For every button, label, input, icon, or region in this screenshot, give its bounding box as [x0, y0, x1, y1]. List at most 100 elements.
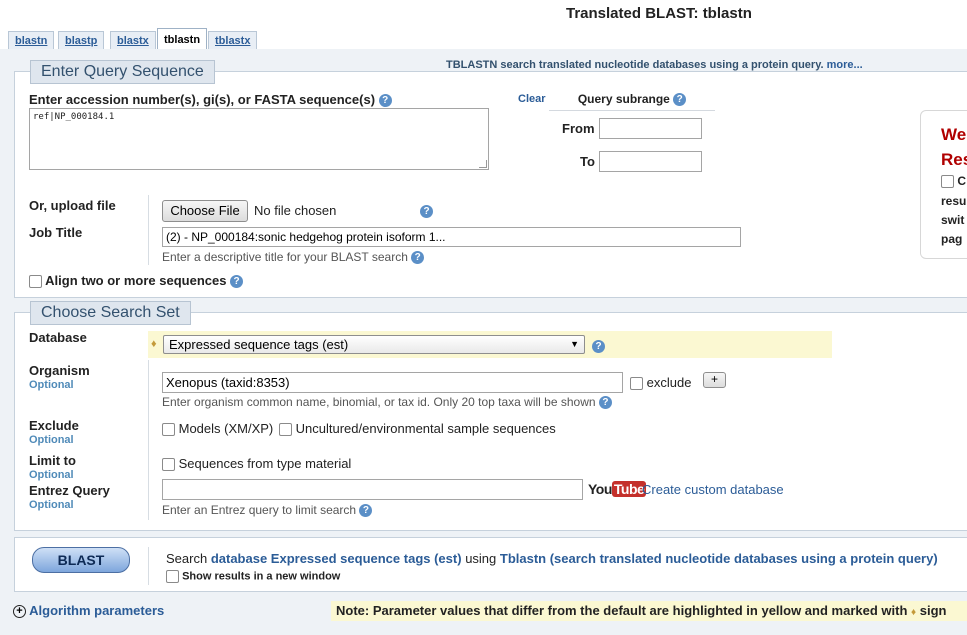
program-description: TBLASTN search translated nucleotide dat… [446, 59, 863, 71]
dropdown-arrow-icon: ▼ [570, 339, 579, 349]
organism-exclude-label: exclude [646, 375, 692, 390]
organism-input[interactable]: Xenopus (taxid:8353) [162, 372, 623, 393]
whats-new-line-5: swit [941, 213, 965, 227]
algorithm-parameters-link[interactable]: Algorithm parameters [29, 603, 164, 618]
job-title-label: Job Title [29, 225, 83, 240]
add-organism-button[interactable]: + [703, 372, 726, 388]
expand-plus-icon[interactable]: + [13, 605, 26, 619]
exclude-uncultured-label: Uncultured/environmental sample sequence… [295, 421, 556, 436]
help-icon[interactable]: ? [420, 205, 433, 218]
search-summary-using: using [465, 551, 497, 566]
organism-hint: Enter organism common name, binomial, or… [162, 395, 612, 410]
changed-marker-icon: ♦ [151, 338, 157, 350]
field-divider [148, 360, 149, 520]
help-icon[interactable]: ? [359, 504, 373, 518]
exclude-uncultured-checkbox[interactable] [279, 423, 292, 437]
from-label: From [562, 121, 595, 136]
search-summary: Search database Expressed sequence tags … [166, 551, 938, 566]
changed-marker-icon: ♦ [911, 607, 917, 618]
blast-button[interactable]: BLAST [32, 547, 130, 573]
youtube-logo-you: You [588, 481, 612, 497]
tab-blastp[interactable]: blastp [58, 31, 105, 50]
exclude-models-checkbox[interactable] [162, 423, 175, 437]
whats-new-checkbox[interactable] [941, 175, 954, 189]
database-select-value: Expressed sequence tags (est) [169, 337, 349, 352]
query-input-label-text: Enter accession number(s), gi(s), or FAS… [29, 92, 376, 107]
exclude-uncultured-row: Uncultured/environmental sample sequence… [279, 421, 556, 437]
query-textarea-value: ref|NP_000184.1 [33, 112, 115, 122]
exclude-models-row: Models (XM/XP) [162, 421, 273, 437]
organism-label: Organism [29, 363, 90, 378]
tab-tblastx[interactable]: tblastx [208, 31, 258, 50]
new-window-row: Show results in a new window [166, 570, 340, 583]
query-subrange-title: Query subrange [577, 92, 670, 106]
help-icon[interactable]: ? [378, 94, 392, 108]
new-window-label: Show results in a new window [182, 570, 341, 583]
query-input-label: Enter accession number(s), gi(s), or FAS… [29, 92, 392, 108]
choose-file-button[interactable]: Choose File [162, 200, 248, 222]
query-subrange-header: Query subrange ? [549, 88, 715, 111]
program-description-text: TBLASTN search translated nucleotide dat… [446, 59, 824, 71]
create-custom-database-link[interactable]: Create custom database [642, 482, 784, 497]
organism-optional: Optional [29, 379, 74, 391]
clear-link[interactable]: Clear [518, 93, 546, 105]
upload-label: Or, upload file [29, 198, 116, 213]
entrez-query-label: Entrez Query [29, 483, 110, 498]
page-title: Translated BLAST: tblastn [566, 5, 752, 22]
help-icon[interactable]: ? [230, 275, 244, 289]
limit-to-optional: Optional [29, 469, 74, 481]
type-material-row: Sequences from type material [162, 456, 352, 472]
organism-exclude-checkbox[interactable] [630, 377, 643, 391]
limit-to-label: Limit to [29, 453, 76, 468]
type-material-label: Sequences from type material [178, 456, 352, 471]
default-values-note: Note: Parameter values that differ from … [331, 601, 967, 621]
search-summary-program: Tblastn (search translated nucleotide da… [499, 551, 938, 566]
whats-new-box: We Res C resu swit pag [920, 110, 967, 259]
resize-handle-icon[interactable] [479, 160, 487, 168]
no-file-chosen-text: No file chosen [254, 203, 337, 218]
organism-exclude-row: exclude [630, 375, 692, 391]
exclude-optional: Optional [29, 434, 74, 446]
from-input[interactable] [599, 118, 702, 139]
help-icon[interactable]: ? [598, 396, 612, 410]
whats-new-line-2: Res [941, 150, 967, 169]
whats-new-line-1: We [941, 125, 967, 144]
job-title-hint: Enter a descriptive title for your BLAST… [162, 250, 425, 265]
search-set-legend: Choose Search Set [30, 301, 191, 325]
to-input[interactable] [599, 151, 702, 172]
to-label: To [580, 154, 595, 169]
help-icon[interactable]: ? [411, 251, 425, 265]
algorithm-parameters-toggle[interactable]: + Algorithm parameters [13, 603, 164, 619]
organism-hint-text: Enter organism common name, binomial, or… [162, 395, 596, 409]
entrez-query-hint: Enter an Entrez query to limit search ? [162, 503, 373, 518]
help-icon[interactable]: ? [673, 93, 687, 107]
field-divider [148, 195, 149, 265]
query-textarea[interactable]: ref|NP_000184.1 [29, 108, 489, 170]
help-icon[interactable]: ? [592, 340, 605, 353]
align-two-checkbox[interactable] [29, 275, 42, 289]
entrez-query-optional: Optional [29, 499, 74, 511]
field-divider [148, 547, 149, 585]
align-two-row: Align two or more sequences ? [29, 273, 244, 289]
align-two-label: Align two or more sequences [45, 273, 227, 288]
entrez-query-input[interactable] [162, 479, 583, 500]
default-values-note-tail: sign [919, 603, 947, 618]
search-summary-database: database Expressed sequence tags (est) [210, 551, 462, 566]
new-window-checkbox[interactable] [166, 570, 179, 583]
whats-new-line-6: pag [941, 232, 963, 246]
entrez-query-hint-text: Enter an Entrez query to limit search [162, 503, 357, 517]
search-summary-prefix: Search [166, 551, 208, 566]
tab-blastn[interactable]: blastn [8, 31, 55, 50]
job-title-input[interactable]: (2) - NP_000184:sonic hedgehog protein i… [162, 227, 741, 247]
youtube-icon[interactable]: You Tube [588, 481, 647, 497]
type-material-checkbox[interactable] [162, 458, 175, 472]
job-title-hint-text: Enter a descriptive title for your BLAST… [162, 250, 408, 264]
database-select[interactable]: Expressed sequence tags (est) ▼ [163, 335, 585, 354]
database-label: Database [29, 330, 87, 345]
default-values-note-text: Note: Parameter values that differ from … [336, 603, 908, 618]
tab-blastx[interactable]: blastx [110, 31, 156, 50]
exclude-label: Exclude [29, 418, 79, 433]
query-legend: Enter Query Sequence [30, 60, 215, 84]
tab-tblastn[interactable]: tblastn [157, 28, 208, 49]
more-link[interactable]: more... [827, 59, 863, 71]
